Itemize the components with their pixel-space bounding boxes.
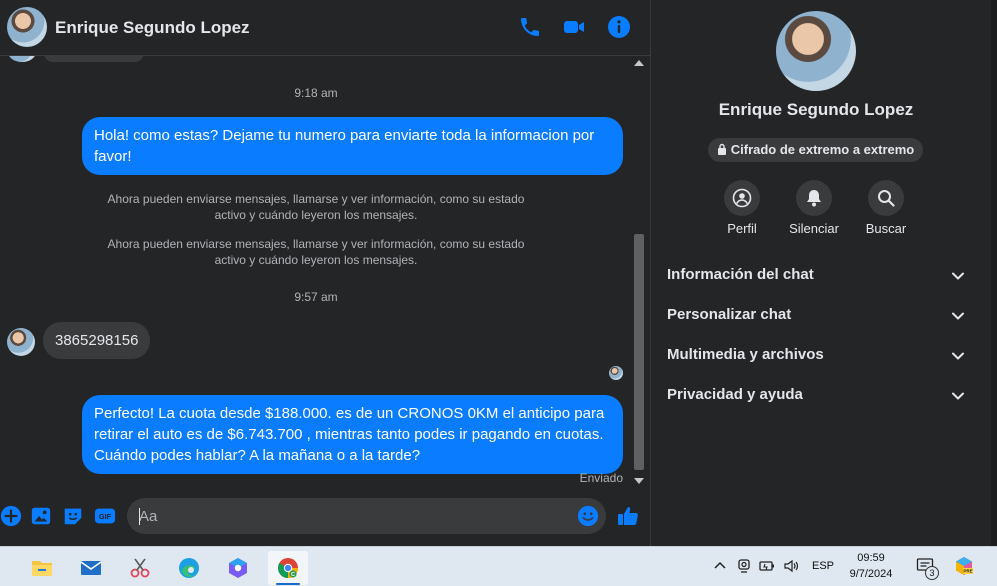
clock-date: 9/7/2024 [849,568,893,580]
search-icon [878,190,895,207]
copilot-icon [229,558,247,578]
chevron-down-icon [952,272,964,280]
incoming-message[interactable]: 3865298156 [43,322,151,359]
section-customize-chat[interactable]: Personalizar chat [667,300,965,330]
taskbar: C ESP 09:59 9/7/2024 3 PRE [0,546,997,586]
chrome-icon: C [278,558,298,578]
scroll-down-arrow-icon[interactable] [634,478,644,484]
section-label: Multimedia y archivos [667,346,824,363]
read-receipt-avatar [609,366,623,380]
clock-time: 09:59 [857,552,885,564]
phone-icon[interactable] [518,15,542,39]
info-icon[interactable] [607,15,631,39]
composer: GIF [0,490,650,546]
contact-avatar-small[interactable] [7,328,35,356]
timestamp: 9:18 am [294,86,338,100]
mail-icon [80,561,102,575]
scroll-thumb[interactable] [634,234,644,470]
messenger-window: Enrique Segundo Lopez 9:18 am Hola! como… [0,0,997,586]
plus-icon[interactable] [0,505,22,527]
svg-text:C: C [291,572,295,578]
svg-text:GIF: GIF [99,512,112,521]
notification-count-badge: 3 [925,566,939,580]
contact-avatar[interactable] [7,7,47,47]
encryption-badge-label: Cifrado de extremo a extremo [730,142,915,157]
user-icon [732,188,752,208]
emoji-icon[interactable] [577,505,599,527]
section-label: Privacidad y ayuda [667,386,803,403]
scroll-up-arrow-icon[interactable] [634,60,644,66]
message-list[interactable]: 9:18 am Hola! como estas? Dejame tu nume… [0,56,632,488]
section-label: Personalizar chat [667,306,792,323]
text-caret [139,508,140,525]
clock[interactable]: 09:59 9/7/2024 [840,550,902,582]
system-notice: Ahora pueden enviarse mensajes, llamarse… [107,237,525,267]
encryption-badge[interactable]: Cifrado de extremo a extremo [708,138,923,162]
edge-icon [179,558,199,578]
speaker-icon[interactable] [783,558,799,574]
webcam-icon[interactable] [736,558,752,574]
section-media-files[interactable]: Multimedia y archivos [667,340,965,370]
section-label: Información del chat [667,266,814,283]
mute-button[interactable]: Silenciar [779,180,849,236]
sticker-icon[interactable] [62,505,84,527]
image-icon[interactable] [30,505,52,527]
chat-details-panel: Enrique Segundo Lopez Cifrado de extremo… [651,0,997,546]
edge-button[interactable] [169,551,209,585]
bell-icon [807,190,821,207]
chevron-down-icon [952,352,964,360]
gif-icon[interactable]: GIF [94,505,116,527]
mail-button[interactable] [71,551,111,585]
chat-pane: Enrique Segundo Lopez 9:18 am Hola! como… [0,0,650,546]
profile-name: Enrique Segundo Lopez [718,100,914,119]
chevron-up-icon[interactable] [712,558,728,574]
battery-plug-icon[interactable] [759,558,775,574]
profile-button[interactable]: Perfil [707,180,777,236]
system-notice: Ahora pueden enviarse mensajes, llamarse… [107,192,525,222]
previous-message-bubble[interactable] [44,56,144,62]
search-button-label: Buscar [865,221,907,236]
file-explorer-button[interactable] [22,551,62,585]
message-status: Enviado [579,471,623,485]
profile-avatar[interactable] [776,11,856,91]
chat-header: Enrique Segundo Lopez [0,0,650,56]
section-privacy-help[interactable]: Privacidad y ayuda [667,380,965,410]
chrome-button[interactable]: C [268,551,308,585]
contact-avatar-small [8,56,36,62]
copilot-button[interactable] [218,551,258,585]
message-input[interactable] [127,498,606,534]
file-explorer-icon [32,561,52,576]
profile-button-label: Perfil [727,221,757,236]
svg-text:PRE: PRE [963,569,972,574]
chevron-down-icon [952,312,964,320]
lock-icon [717,143,726,155]
outgoing-message[interactable]: Hola! como estas? Dejame tu numero para … [82,117,623,175]
snipping-tool-button[interactable] [120,551,160,585]
chevron-down-icon [952,392,964,400]
mute-button-label: Silenciar [789,221,839,236]
timestamp: 9:57 am [294,290,338,304]
copilot-preview-icon[interactable]: PRE [954,556,974,576]
message-scrollbar[interactable] [632,58,646,488]
outgoing-message[interactable]: Perfecto! La cuota desde $188.000. es de… [82,395,623,474]
panel-scroll-track[interactable] [991,0,997,546]
active-app-indicator [276,583,300,585]
thumbs-up-icon[interactable] [616,504,640,528]
video-camera-icon[interactable] [562,15,586,39]
search-button[interactable]: Buscar [851,180,921,236]
snipping-tool-icon [130,558,150,578]
section-chat-info[interactable]: Información del chat [667,260,965,290]
language-indicator[interactable]: ESP [812,560,834,572]
contact-name[interactable]: Enrique Segundo Lopez [55,18,250,38]
